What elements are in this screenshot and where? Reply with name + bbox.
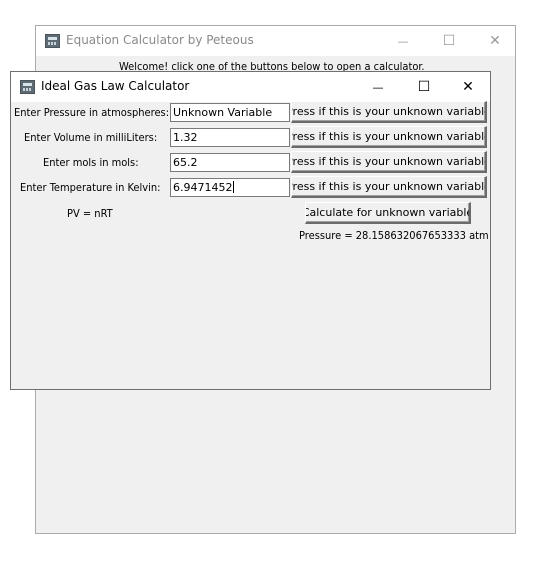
minimize-icon[interactable]: — bbox=[355, 72, 401, 102]
maximize-icon[interactable]: ☐ bbox=[426, 26, 472, 56]
calculator-app-icon bbox=[20, 80, 35, 94]
ideal-gas-titlebar[interactable]: Ideal Gas Law Calculator — ☐ ✕ bbox=[11, 72, 490, 102]
pressure-unknown-button[interactable]: Press if this is your unknown variable bbox=[291, 101, 487, 123]
pressure-label: Enter Pressure in atmospheres: bbox=[14, 106, 170, 119]
minimize-icon[interactable]: — bbox=[380, 26, 426, 56]
mols-label: Enter mols in mols: bbox=[43, 156, 139, 169]
calculator-app-icon bbox=[45, 34, 60, 48]
calculate-button[interactable]: Calculate for unknown variable bbox=[305, 202, 471, 224]
temperature-unknown-button[interactable]: Press if this is your unknown variable bbox=[291, 176, 487, 198]
result-text: Pressure = 28.158632067653333 atm bbox=[299, 229, 489, 242]
temperature-value: 6.9471452 bbox=[173, 181, 233, 194]
mols-input[interactable]: 65.2 bbox=[170, 153, 290, 172]
temperature-label: Enter Temperature in Kelvin: bbox=[20, 181, 161, 194]
maximize-icon[interactable]: ☐ bbox=[401, 72, 447, 102]
temperature-input[interactable]: 6.9471452 bbox=[170, 178, 290, 197]
ideal-gas-window: Ideal Gas Law Calculator — ☐ ✕ Enter Pre… bbox=[10, 71, 491, 390]
main-window-title: Equation Calculator by Peteous bbox=[66, 33, 254, 47]
formula-label: PV = nRT bbox=[67, 207, 113, 220]
mols-unknown-button[interactable]: Press if this is your unknown variable bbox=[291, 151, 487, 173]
main-window-titlebar[interactable]: Equation Calculator by Peteous — ☐ ✕ bbox=[36, 26, 515, 56]
ideal-gas-window-title: Ideal Gas Law Calculator bbox=[41, 79, 190, 93]
pressure-input[interactable]: Unknown Variable bbox=[170, 103, 290, 122]
volume-label: Enter Volume in milliLiters: bbox=[24, 131, 158, 144]
volume-input[interactable]: 1.32 bbox=[170, 128, 290, 147]
close-icon[interactable]: ✕ bbox=[445, 72, 491, 102]
text-caret bbox=[232, 181, 234, 193]
close-icon[interactable]: ✕ bbox=[472, 26, 518, 56]
volume-unknown-button[interactable]: Press if this is your unknown variable bbox=[291, 126, 487, 148]
